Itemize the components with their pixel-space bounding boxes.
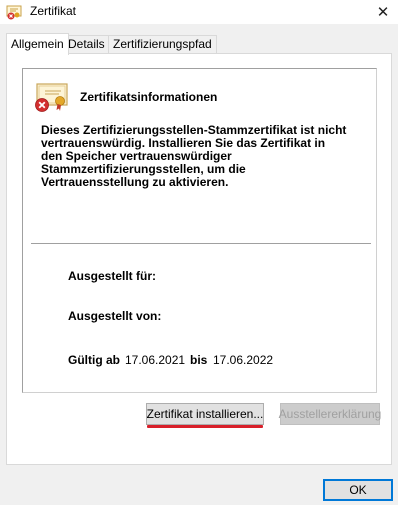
certificate-info-heading: Zertifikatsinformationen xyxy=(80,90,218,104)
tab-allgemein[interactable]: Allgemein xyxy=(6,33,69,55)
divider xyxy=(31,243,371,244)
certificate-info-box: Zertifikatsinformationen Dieses Zertifiz… xyxy=(22,68,377,393)
close-icon: ✕ xyxy=(376,4,390,21)
certificate-error-icon xyxy=(6,5,22,20)
install-certificate-button[interactable]: Zertifikat installieren... xyxy=(146,403,264,425)
tab-details[interactable]: Details xyxy=(63,35,110,54)
tab-panel-allgemein: Zertifikatsinformationen Dieses Zertifiz… xyxy=(6,53,392,465)
issued-to-label: Ausgestellt für: xyxy=(68,269,157,283)
highlight-underline xyxy=(147,425,263,428)
ok-button[interactable]: OK xyxy=(323,479,393,501)
valid-from-label: Gültig ab xyxy=(68,353,120,367)
certificate-error-icon xyxy=(35,83,68,112)
valid-to-label: bis xyxy=(190,353,208,367)
issued-by-label: Ausgestellt von: xyxy=(68,309,162,323)
issuer-statement-button: Ausstellererklärung xyxy=(279,403,381,425)
tab-zertifizierungspfad[interactable]: Zertifizierungspfad xyxy=(108,35,217,54)
warning-line: Vertrauensstellung zu aktivieren. xyxy=(41,175,229,189)
close-button[interactable]: ✕ xyxy=(368,0,398,24)
title-bar: Zertifikat ✕ xyxy=(0,0,398,24)
valid-to-date: 17.06.2022 xyxy=(213,353,274,367)
valid-from-date: 17.06.2021 xyxy=(125,353,186,367)
trust-warning-text: Dieses Zertifizierungsstellen-Stammzerti… xyxy=(41,124,371,189)
window-title: Zertifikat xyxy=(30,4,77,18)
